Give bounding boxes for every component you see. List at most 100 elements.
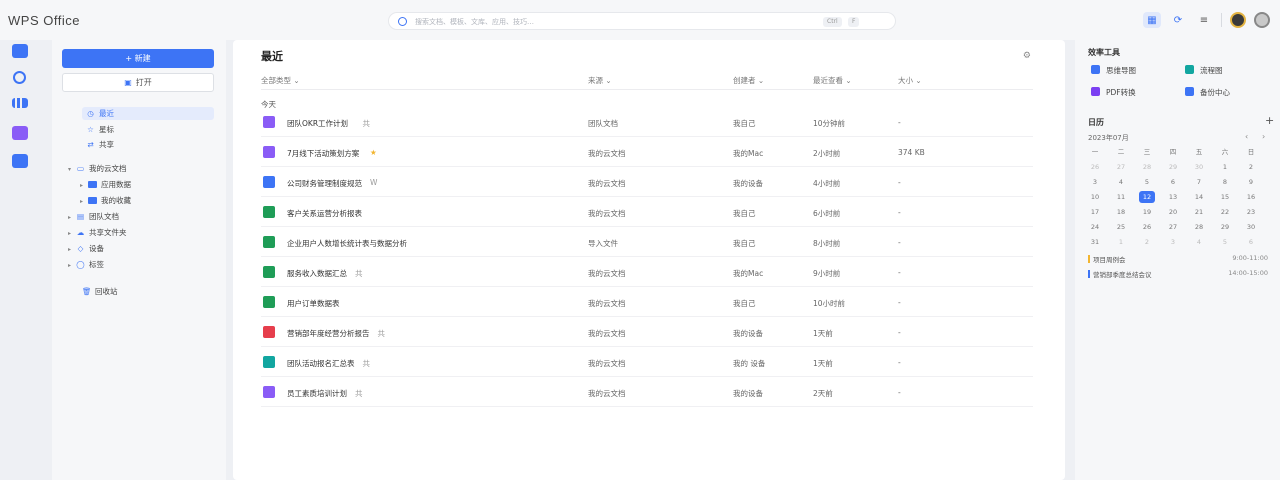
tree-devices[interactable]: ▸ ◇ 设备: [68, 242, 104, 255]
file-name[interactable]: 服务收入数据汇总: [287, 268, 347, 279]
calendar-day[interactable]: 3: [1087, 176, 1103, 188]
calendar-day[interactable]: 22: [1217, 206, 1233, 218]
calendar-day[interactable]: 29: [1217, 221, 1233, 233]
tree-my-cloud-docs[interactable]: ▾ ▭ 我的云文档: [68, 162, 127, 175]
open-button[interactable]: ▣ 打开: [62, 73, 214, 92]
calendar-day[interactable]: 29: [1165, 161, 1181, 173]
chevron-right-icon[interactable]: ▸: [68, 227, 76, 240]
calendar-day[interactable]: 16: [1243, 191, 1259, 203]
file-name[interactable]: 企业用户人数增长统计表与数据分析: [287, 238, 407, 249]
tree-app-data[interactable]: ▸ 应用数据: [80, 178, 131, 191]
calendar-day[interactable]: 10: [1087, 191, 1103, 203]
calendar-day[interactable]: 2: [1139, 236, 1155, 248]
table-row[interactable]: 团队活动报名汇总表共 我的云文档 我的 设备 1天前 -: [261, 347, 1033, 377]
menu-icon[interactable]: ≡: [1195, 12, 1213, 28]
tree-team-docs[interactable]: ▸ ▤ 团队文档: [68, 210, 119, 223]
tree-my-favorites[interactable]: ▸ 我的收藏: [80, 194, 131, 207]
column-header-source[interactable]: 来源 ⌄: [588, 75, 612, 86]
calendar-day[interactable]: 20: [1165, 206, 1181, 218]
search-bar[interactable]: 搜索文档、模板、文库、应用、技巧… Ctrl F: [388, 12, 896, 30]
calendar-day[interactable]: 14: [1191, 191, 1207, 203]
sync-icon[interactable]: ⟳: [1169, 12, 1187, 28]
tree-shared-folder[interactable]: ▸ ☁ 共享文件夹: [68, 226, 127, 239]
calendar-day[interactable]: 11: [1113, 191, 1129, 203]
file-name[interactable]: 员工素质培训计划: [287, 388, 347, 399]
file-name[interactable]: 团队活动报名汇总表: [287, 358, 355, 369]
calendar-day[interactable]: 1: [1113, 236, 1129, 248]
column-header-size[interactable]: 大小 ⌄: [898, 75, 922, 86]
calendar-day[interactable]: 27: [1113, 161, 1129, 173]
calendar-day[interactable]: 6: [1165, 176, 1181, 188]
calendar-day[interactable]: 30: [1191, 161, 1207, 173]
calendar-day[interactable]: 1: [1217, 161, 1233, 173]
nav-recent[interactable]: ◷ 最近: [82, 107, 214, 120]
apps-icon[interactable]: [12, 126, 28, 140]
calendar-event[interactable]: 营销部季度总结会议 14:00-15:00: [1088, 269, 1268, 279]
new-button[interactable]: + 新建: [62, 49, 214, 68]
flowchart-tool[interactable]: 流程图: [1185, 65, 1223, 76]
chevron-right-icon[interactable]: ▸: [68, 259, 76, 272]
calendar-day[interactable]: 28: [1139, 161, 1155, 173]
calendar-day[interactable]: 26: [1139, 221, 1155, 233]
calendar-day[interactable]: 28: [1191, 221, 1207, 233]
nav-trash[interactable]: 🗑 回收站: [82, 285, 118, 298]
chevron-right-icon[interactable]: ▸: [68, 243, 76, 256]
calendar-day[interactable]: 26: [1087, 161, 1103, 173]
calendar-day[interactable]: 18: [1113, 206, 1129, 218]
mindmap-tool[interactable]: 思维导图: [1091, 65, 1136, 76]
table-row[interactable]: 营销部年度经营分析报告共 我的云文档 我的设备 1天前 -: [261, 317, 1033, 347]
calendar-icon[interactable]: [12, 154, 28, 168]
calendar-day[interactable]: 27: [1165, 221, 1181, 233]
calendar-next-button[interactable]: ›: [1262, 132, 1265, 141]
calendar-day[interactable]: 13: [1165, 191, 1181, 203]
calendar-day[interactable]: 4: [1113, 176, 1129, 188]
backup-center-tool[interactable]: 备份中心: [1185, 87, 1230, 98]
grid-icon[interactable]: ▦: [1143, 12, 1161, 28]
pdf-convert-tool[interactable]: PDF转换: [1091, 87, 1136, 98]
add-event-button[interactable]: +: [1265, 114, 1274, 127]
table-row[interactable]: 7月线下活动策划方案 ★ 我的云文档 我的Mac 2小时前 374 KB: [261, 137, 1033, 167]
file-name[interactable]: 客户关系运营分析报表: [287, 208, 362, 219]
calendar-day[interactable]: 24: [1087, 221, 1103, 233]
table-row[interactable]: 企业用户人数增长统计表与数据分析 导入文件 我自己 8小时前 -: [261, 227, 1033, 257]
calendar-event[interactable]: 项目周例会 9:00-11:00: [1088, 254, 1268, 264]
calendar-day[interactable]: 21: [1191, 206, 1207, 218]
calendar-day[interactable]: 4: [1191, 236, 1207, 248]
file-name[interactable]: 7月线下活动策划方案: [287, 148, 359, 159]
calendar-day[interactable]: 15: [1217, 191, 1233, 203]
calendar-day[interactable]: 30: [1243, 221, 1259, 233]
calendar-day[interactable]: 23: [1243, 206, 1259, 218]
column-header-creator[interactable]: 创建者 ⌄: [733, 75, 764, 86]
calendar-day[interactable]: 17: [1087, 206, 1103, 218]
settings-icon[interactable]: ⚙: [1023, 51, 1031, 61]
chevron-right-icon[interactable]: ▸: [80, 195, 88, 208]
chart-icon[interactable]: [12, 98, 28, 108]
column-header-type[interactable]: 全部类型 ⌄: [261, 75, 300, 86]
calendar-day[interactable]: 8: [1217, 176, 1233, 188]
calendar-day[interactable]: 19: [1139, 206, 1155, 218]
table-row[interactable]: 员工素质培训计划共 我的云文档 我的设备 2天前 -: [261, 377, 1033, 407]
table-row[interactable]: 团队OKR工作计划 共 团队文档 我自己 10分钟前 -: [261, 107, 1033, 137]
circle-icon[interactable]: [13, 71, 26, 84]
chevron-right-icon[interactable]: ▸: [68, 211, 76, 224]
calendar-day-today[interactable]: 12: [1139, 191, 1155, 203]
calendar-day[interactable]: 25: [1113, 221, 1129, 233]
calendar-day[interactable]: 3: [1165, 236, 1181, 248]
file-name[interactable]: 团队OKR工作计划: [287, 118, 348, 129]
calendar-day[interactable]: 7: [1191, 176, 1207, 188]
nav-starred[interactable]: ☆ 星标: [82, 123, 114, 136]
avatar[interactable]: [1230, 12, 1246, 28]
chevron-right-icon[interactable]: ▸: [80, 179, 88, 192]
table-row[interactable]: 客户关系运营分析报表 我的云文档 我自己 6小时前 -: [261, 197, 1033, 227]
calendar-day[interactable]: 5: [1139, 176, 1155, 188]
tree-tags[interactable]: ▸ ◯ 标签: [68, 258, 104, 271]
calendar-day[interactable]: 5: [1217, 236, 1233, 248]
column-header-viewed[interactable]: 最近查看 ⌄: [813, 75, 852, 86]
calendar-day[interactable]: 2: [1243, 161, 1259, 173]
table-row[interactable]: 公司财务管理制度规范 W 我的云文档 我的设备 4小时前 -: [261, 167, 1033, 197]
file-name[interactable]: 公司财务管理制度规范: [287, 178, 362, 189]
account-icon[interactable]: [1254, 12, 1270, 28]
table-row[interactable]: 服务收入数据汇总共 我的云文档 我的Mac 9小时前 -: [261, 257, 1033, 287]
table-row[interactable]: 用户订单数据表 我的云文档 我自己 10小时前 -: [261, 287, 1033, 317]
file-name[interactable]: 用户订单数据表: [287, 298, 340, 309]
